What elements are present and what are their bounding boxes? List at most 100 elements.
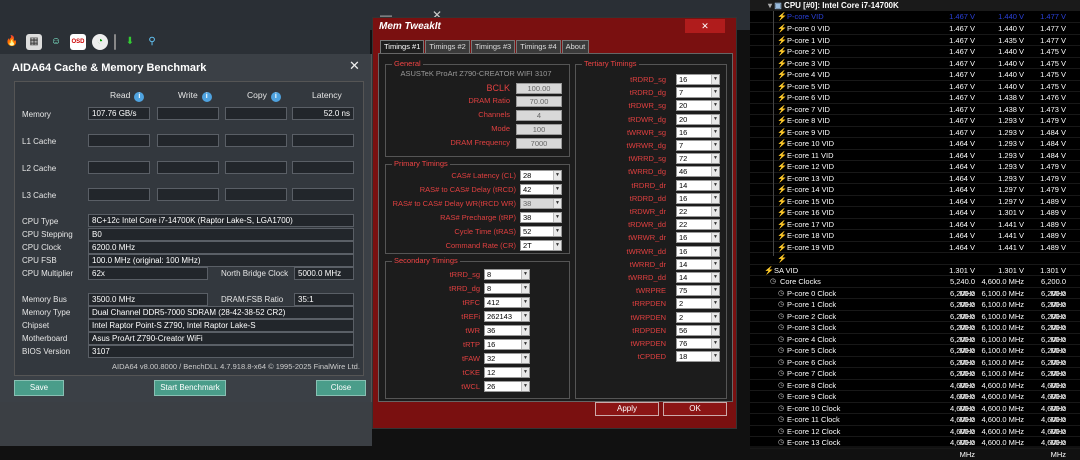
sensor-row[interactable]: ◷ P-core 0 Clock 6,200.0 MHz 6,100.0 MHz 6,2… xyxy=(750,288,1080,309)
secondary-timing-select[interactable]: 36 ▼ xyxy=(484,325,530,336)
chevron-down-icon[interactable]: ▼ xyxy=(521,298,529,307)
chevron-down-icon[interactable]: ▼ xyxy=(711,246,719,256)
sensor-row[interactable]: ⚡ E-core 16 VID 1.464 V 1.301 V 1.489 V xyxy=(750,207,1080,219)
chevron-down-icon[interactable]: ▼ xyxy=(711,193,719,203)
memtweakit-close-icon[interactable]: ✕ xyxy=(685,19,725,33)
tertiary-timing-select[interactable]: 2 ▼ xyxy=(676,298,720,310)
tertiary-timing-select[interactable]: 14 ▼ xyxy=(676,272,720,283)
sensor-row[interactable]: ⚡ E-core 14 VID 1.464 V 1.297 V 1.479 V xyxy=(750,184,1080,196)
tertiary-timing-select[interactable]: 7 ▼ xyxy=(676,140,720,151)
tab-about[interactable]: About xyxy=(561,40,590,53)
sensor-row[interactable]: ⚡ P-core 7 VID 1.467 V 1.438 V 1.473 V xyxy=(750,104,1080,115)
sensor-row[interactable]: ◷ E-core 10 Clock 4,600.0 MHz 4,600.0 MHz 4,… xyxy=(750,403,1080,424)
chevron-down-icon[interactable]: ▼ xyxy=(711,325,719,335)
info-icon[interactable]: i xyxy=(201,92,212,102)
tertiary-timing-select[interactable]: 20 ▼ xyxy=(676,113,720,125)
sensor-row[interactable]: ◷ P-core 5 Clock 6,200.0 MHz 6,100.0 MHz 6,2… xyxy=(750,345,1080,367)
chevron-down-icon[interactable]: ▼ xyxy=(711,233,719,243)
sensor-row[interactable]: ◷ E-core 8 Clock 4,600.0 MHz 4,600.0 MHz 4,6… xyxy=(750,380,1080,401)
gauge-icon[interactable]: ◔ xyxy=(92,34,108,50)
sensor-row[interactable]: ⚡ E-core 13 VID 1.464 V 1.293 V 1.479 V xyxy=(750,173,1080,184)
tertiary-timing-select[interactable]: 16 ▼ xyxy=(676,245,720,257)
chevron-down-icon[interactable]: ▼ xyxy=(711,352,719,362)
chevron-down-icon[interactable]: ▼ xyxy=(711,167,719,177)
chevron-down-icon[interactable]: ▼ xyxy=(711,286,719,296)
tertiary-timing-select[interactable]: 18 ▼ xyxy=(676,351,720,363)
tertiary-timing-select[interactable]: 16 ▼ xyxy=(676,74,720,85)
chevron-down-icon[interactable]: ▼ xyxy=(553,241,561,250)
chevron-down-icon[interactable]: ▼ xyxy=(521,340,529,349)
close-button[interactable]: Close xyxy=(316,380,366,396)
info-icon[interactable]: i xyxy=(134,92,145,102)
secondary-timing-select[interactable]: 262143 ▼ xyxy=(484,311,530,322)
network-icon[interactable]: ▦ xyxy=(26,34,42,50)
sensor-row[interactable]: ◷ P-core 3 Clock 6,200.0 MHz 6,100.0 MHz 6,2… xyxy=(750,322,1080,344)
tras-select[interactable]: 52 ▼ xyxy=(520,226,562,237)
chevron-down-icon[interactable]: ▼ xyxy=(521,312,529,321)
chevron-down-icon[interactable]: ▼ xyxy=(521,284,529,293)
flame-icon[interactable]: 🔥 xyxy=(4,34,20,50)
sensor-row[interactable]: ⚡ E-core 19 VID 1.464 V 1.441 V 1.489 V xyxy=(750,242,1080,253)
secondary-timing-select[interactable]: 12 ▼ xyxy=(484,367,530,378)
chevron-down-icon[interactable]: ▼ xyxy=(711,220,719,230)
cl-select[interactable]: 28 ▼ xyxy=(520,170,562,181)
sensor-row[interactable]: ⚡ E-core 18 VID 1.464 V 1.441 V 1.489 V xyxy=(750,230,1080,242)
secondary-timing-select[interactable]: 8 ▼ xyxy=(484,283,530,294)
collapse-icon[interactable]: ▾ xyxy=(768,1,772,10)
trcd-select[interactable]: 42 ▼ xyxy=(520,184,562,195)
apply-button[interactable]: Apply xyxy=(595,402,659,416)
tertiary-timing-select[interactable]: 20 ▼ xyxy=(676,100,720,112)
chevron-down-icon[interactable]: ▼ xyxy=(521,326,529,335)
sensor-row[interactable]: ⚡ xyxy=(750,253,1080,265)
tab-timings-2[interactable]: Timings #2 xyxy=(425,40,470,53)
sensor-row[interactable]: ⚡ E-core 15 VID 1.464 V 1.297 V 1.489 V xyxy=(750,196,1080,207)
sensor-row[interactable]: ⚡ P-core 5 VID 1.467 V 1.440 V 1.475 V xyxy=(750,81,1080,92)
tertiary-timing-select[interactable]: 46 ▼ xyxy=(676,166,720,178)
chevron-down-icon[interactable]: ▼ xyxy=(521,368,529,377)
info-icon[interactable]: i xyxy=(270,92,281,102)
tertiary-timing-select[interactable]: 76 ▼ xyxy=(676,338,720,349)
tab-timings-1[interactable]: Timings #1 xyxy=(380,40,425,53)
tertiary-timing-select[interactable]: 22 ▼ xyxy=(676,219,720,231)
hwinfo-cpu-header[interactable]: ▾ ▣ CPU [#0]: Intel Core i7-14700K xyxy=(750,0,1080,11)
chevron-down-icon[interactable]: ▼ xyxy=(711,259,719,269)
tertiary-timing-select[interactable]: 2 ▼ xyxy=(676,311,720,323)
sensor-row[interactable]: ⚡ E-core 17 VID 1.464 V 1.441 V 1.489 V xyxy=(750,219,1080,230)
sensor-row[interactable]: ◷ E-core 12 Clock 4,600.0 MHz 4,600.0 MHz 4,… xyxy=(750,426,1080,447)
ok-button[interactable]: OK xyxy=(663,402,727,416)
download-arrow-icon[interactable]: ⬇ xyxy=(122,34,138,50)
sensor-row[interactable]: ◷ P-core 1 Clock 6,200.0 MHz 6,100.0 MHz 6,2… xyxy=(750,299,1080,321)
chevron-down-icon[interactable]: ▼ xyxy=(711,88,719,98)
tertiary-timing-select[interactable]: 14 ▼ xyxy=(676,258,720,270)
chevron-down-icon[interactable]: ▼ xyxy=(711,154,719,164)
chevron-down-icon[interactable]: ▼ xyxy=(521,354,529,363)
tertiary-timing-select[interactable]: 72 ▼ xyxy=(676,153,720,165)
tertiary-timing-select[interactable]: 16 ▼ xyxy=(676,192,720,204)
chevron-down-icon[interactable]: ▼ xyxy=(711,299,719,309)
sensor-row[interactable]: ⚡ P-core 0 VID 1.467 V 1.440 V 1.477 V xyxy=(750,23,1080,35)
sensor-row[interactable]: ◷ Core Clocks 5,240.0 MHz 4,600.0 MHz 6,200.… xyxy=(750,276,1080,298)
secondary-timing-select[interactable]: 412 ▼ xyxy=(484,297,530,308)
chevron-down-icon[interactable]: ▼ xyxy=(711,180,719,190)
sensor-row[interactable]: ◷ P-core 2 Clock 6,200.0 MHz 6,100.0 MHz 6,2… xyxy=(750,311,1080,332)
chevron-down-icon[interactable]: ▼ xyxy=(553,185,561,194)
tab-timings-3[interactable]: Timings #3 xyxy=(470,40,516,53)
start-benchmark-button[interactable]: Start Benchmark xyxy=(154,380,226,396)
search-icon[interactable]: ⚲ xyxy=(144,34,160,50)
sensor-row[interactable]: ⚡ P-core 6 VID 1.467 V 1.438 V 1.476 V xyxy=(750,92,1080,104)
sensor-row[interactable]: ⚡ P-core 3 VID 1.467 V 1.440 V 1.475 V xyxy=(750,58,1080,69)
osd-icon[interactable]: OSD xyxy=(70,34,86,50)
secondary-timing-select[interactable]: 8 ▼ xyxy=(484,269,530,280)
sensor-row[interactable]: ⚡ E-core 9 VID 1.467 V 1.293 V 1.484 V xyxy=(750,127,1080,138)
secondary-timing-select[interactable]: 26 ▼ xyxy=(484,381,530,392)
tertiary-timing-select[interactable]: 22 ▼ xyxy=(676,206,720,217)
chevron-down-icon[interactable]: ▼ xyxy=(553,213,561,222)
chevron-down-icon[interactable]: ▼ xyxy=(521,270,529,279)
save-button[interactable]: Save xyxy=(14,380,64,396)
chevron-down-icon[interactable]: ▼ xyxy=(711,75,719,84)
tertiary-timing-select[interactable]: 7 ▼ xyxy=(676,87,720,99)
sensor-row[interactable]: ◷ P-core 4 Clock 6,200.0 MHz 6,100.0 MHz 6,2… xyxy=(750,334,1080,355)
secondary-timing-select[interactable]: 16 ▼ xyxy=(484,339,530,350)
sensor-row[interactable]: ◷ E-core 13 Clock 4,600.0 MHz 4,600.0 MHz 4,… xyxy=(750,437,1080,459)
tertiary-timing-select[interactable]: 75 ▼ xyxy=(676,285,720,297)
